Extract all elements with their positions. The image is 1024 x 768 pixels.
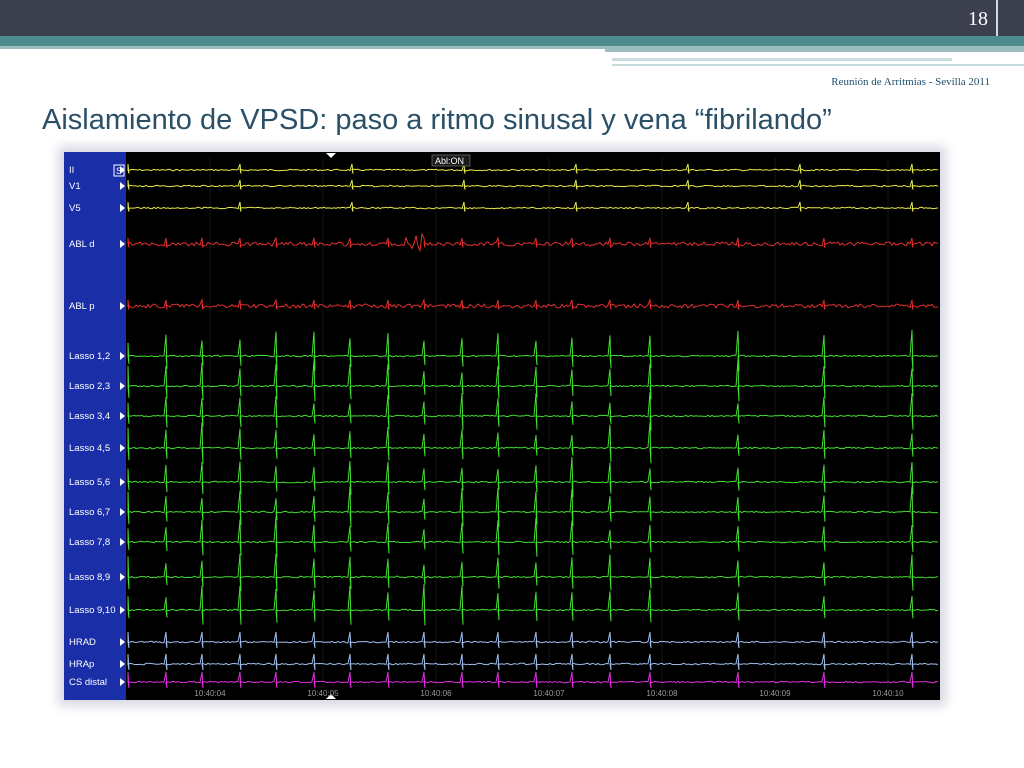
time-label: 10:40:04 [194,689,226,698]
channel-label: Lasso 9,10 [69,605,115,616]
channel-trace [127,671,939,689]
channel-trace [127,163,939,174]
channel-label: Lasso 5,6 [69,477,110,488]
channel-trace [127,653,939,671]
time-label: 10:40:09 [759,689,791,698]
channel-trace [127,584,938,626]
top-cursor-icon[interactable] [326,153,336,158]
accent-line [0,46,605,49]
channel-trace [127,392,939,431]
channel-label: Lasso 8,9 [69,572,110,583]
page-number: 18 [968,8,988,30]
channel-label: Lasso 4,5 [69,443,110,454]
top-bar [0,0,1024,36]
accent-band [0,36,1024,46]
channel-trace [127,486,939,528]
marker-label: S [116,166,122,176]
header-tab-line [605,46,1024,52]
slide-title: Aislamiento de VPSD: paso a ritmo sinusa… [42,104,832,136]
slide-footer: Reunión de Arritmias - Sevilla 2011 [831,76,990,88]
channel-label: Lasso 2,3 [69,381,110,392]
electrogram-recording: II V1 V5 ABL d ABL p Lasso 1,2 Lasso 2,3 Lasso … [64,152,940,700]
time-label: 10:40:06 [420,689,452,698]
channel-trace [127,298,939,310]
channel-label: ABL p [69,301,95,312]
channel-trace [127,232,939,253]
channel-label: Lasso 6,7 [69,507,110,518]
status-label: Abl:ON [435,156,464,166]
channel-label: CS distal [69,677,107,688]
channel-label: Lasso 7,8 [69,537,110,548]
time-label: 10:40:07 [533,689,565,698]
header-tab-line [612,58,952,61]
channel-trace [127,330,939,372]
channel-trace [127,553,939,592]
channel-trace [127,360,939,402]
channel-label: Lasso 1,2 [69,351,110,362]
channel-label: V1 [69,181,81,192]
channel-trace [127,201,939,212]
channel-label: HRAD [69,637,96,648]
channel-label: II [69,165,74,176]
header-tab-line [612,64,1024,66]
channel-label: HRAp [69,659,94,670]
channel-trace [127,179,939,190]
trace-area [127,163,939,689]
channel-label-panel [64,152,126,700]
channel-trace [127,631,939,649]
channel-trace [127,516,939,558]
channel-label: V5 [69,203,81,214]
time-label: 10:40:10 [872,689,904,698]
page-number-divider [996,0,998,36]
time-label: 10:40:08 [646,689,678,698]
channel-label: Lasso 3,4 [69,411,110,422]
channel-trace [127,422,939,464]
channel-label: ABL d [69,239,95,250]
time-label: 10:40:05 [307,689,339,698]
channel-trace [127,456,939,498]
time-axis: 10:40:04 10:40:05 10:40:06 10:40:07 10:40:08… [194,689,904,698]
